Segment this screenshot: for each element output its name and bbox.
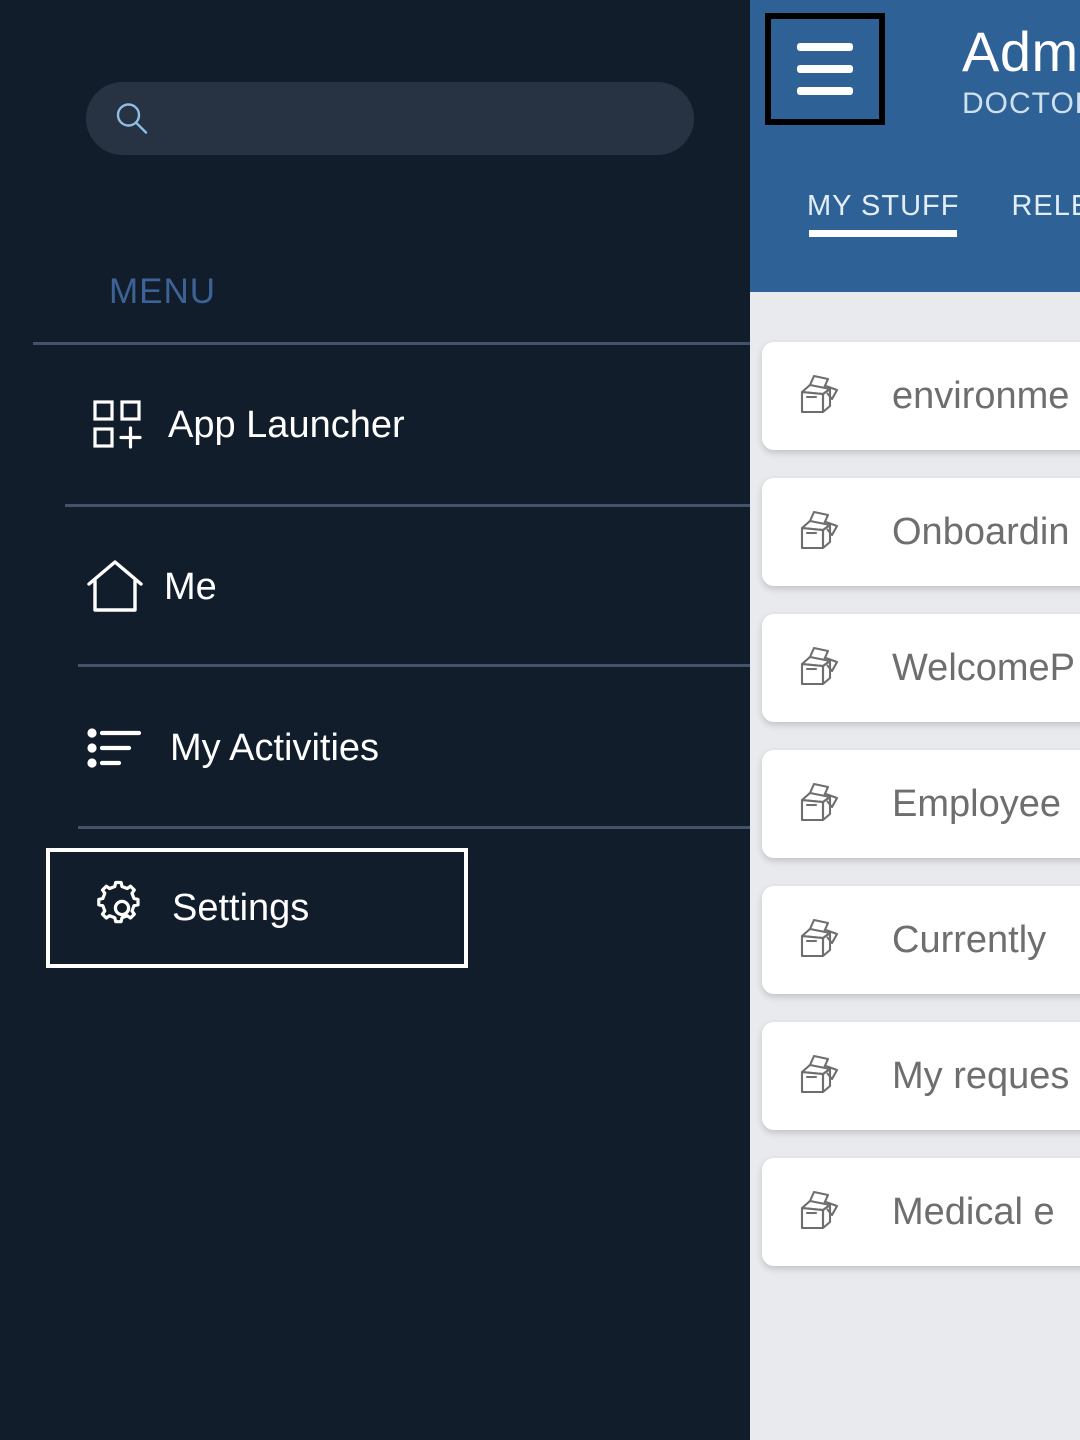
sidebar-item-me[interactable]: Me — [0, 527, 750, 647]
navigation-drawer: MENU App Launcher Me My Activities Setti… — [0, 0, 750, 1440]
tab-relevant[interactable]: RELEV — [1011, 190, 1080, 237]
page-title: Admo — [962, 20, 1080, 83]
app-launcher-icon — [90, 397, 152, 453]
divider — [65, 504, 750, 507]
main-content-panel: Admo DOCTOR, MY STUFF RELEV — [750, 0, 1080, 1440]
search-input[interactable] — [152, 82, 694, 155]
open-box-icon — [796, 1052, 844, 1100]
list-icon — [86, 724, 148, 772]
sidebar-item-settings[interactable]: Settings — [46, 848, 468, 968]
divider — [78, 664, 750, 667]
hamburger-bar — [797, 65, 853, 73]
open-box-icon — [796, 916, 844, 964]
list-item[interactable]: Employee — [762, 750, 1080, 858]
list-item[interactable]: Currently — [762, 886, 1080, 994]
list-item[interactable]: environme — [762, 342, 1080, 450]
tab-bar: MY STUFF RELEV — [750, 190, 1080, 252]
home-icon — [84, 556, 154, 618]
list-item[interactable]: WelcomeP — [762, 614, 1080, 722]
app-root: MENU App Launcher Me My Activities Setti… — [0, 0, 1080, 1440]
list-item-label: environme — [892, 374, 1070, 417]
list-item-label: Medical e — [892, 1190, 1055, 1233]
sidebar-item-my-activities[interactable]: My Activities — [0, 688, 750, 808]
divider — [33, 342, 750, 345]
list-item-label: WelcomeP — [892, 646, 1076, 689]
list-item-label: Employee — [892, 782, 1061, 825]
search-bar[interactable] — [86, 82, 694, 155]
open-box-icon — [796, 372, 844, 420]
tab-my-stuff[interactable]: MY STUFF — [807, 190, 959, 237]
page-subtitle: DOCTOR, — [962, 87, 1080, 120]
app-header: Admo DOCTOR, MY STUFF RELEV — [750, 0, 1080, 292]
open-box-icon — [796, 508, 844, 556]
list-item-label: Onboardin — [892, 510, 1070, 553]
search-icon — [112, 99, 152, 139]
hamburger-bar — [797, 43, 853, 51]
header-titles: Admo DOCTOR, — [962, 18, 1080, 122]
open-box-icon — [796, 644, 844, 692]
list-item-label: My reques — [892, 1054, 1070, 1097]
sidebar-item-label: My Activities — [170, 726, 380, 769]
list-item-label: Currently — [892, 918, 1047, 961]
hamburger-menu-icon[interactable] — [765, 13, 885, 125]
sidebar-item-label: App Launcher — [168, 403, 405, 446]
open-box-icon — [796, 780, 844, 828]
gear-icon — [94, 880, 150, 936]
list-item[interactable]: Medical e — [762, 1158, 1080, 1266]
open-box-icon — [796, 1188, 844, 1236]
search-box[interactable] — [86, 82, 694, 155]
list-item[interactable]: Onboardin — [762, 478, 1080, 586]
card-list: environme Onboardin WelcomeP Employee Cu… — [750, 292, 1080, 1440]
menu-section-label: MENU — [109, 272, 217, 311]
sidebar-item-app-launcher[interactable]: App Launcher — [0, 365, 750, 485]
hamburger-bar — [797, 87, 853, 95]
sidebar-item-label: Settings — [172, 886, 310, 929]
divider — [78, 826, 750, 829]
list-item[interactable]: My reques — [762, 1022, 1080, 1130]
sidebar-item-label: Me — [164, 565, 217, 608]
